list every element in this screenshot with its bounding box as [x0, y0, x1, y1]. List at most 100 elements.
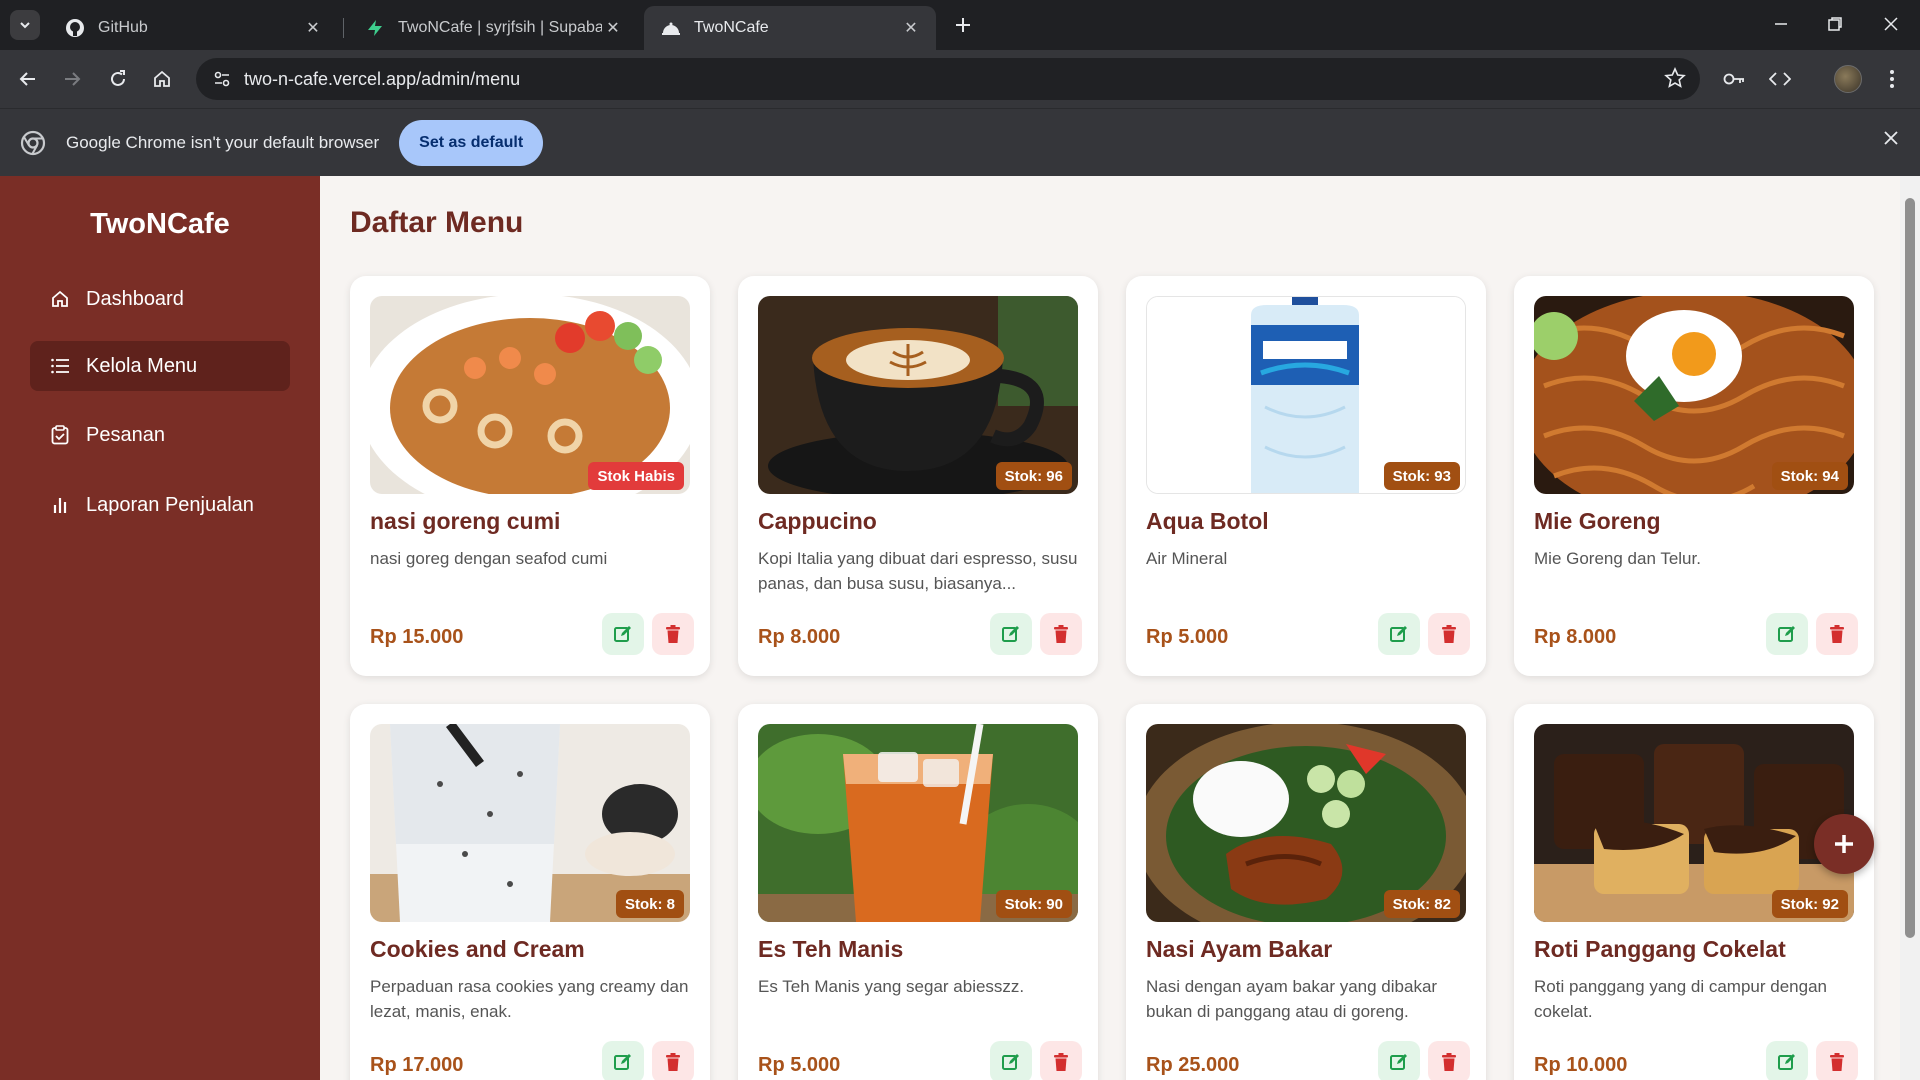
chevron-down-icon [20, 22, 30, 29]
edit-button[interactable] [602, 1041, 644, 1080]
scrollbar-thumb[interactable] [1905, 198, 1915, 938]
arrow-left-icon [19, 72, 35, 86]
browser-toolbar: two-n-cafe.vercel.app/admin/menu [0, 50, 1920, 108]
delete-button[interactable] [1816, 613, 1858, 655]
site-info-icon[interactable] [200, 58, 244, 100]
menu-price: Rp 17.000 [370, 1054, 464, 1076]
bookmark-star-icon[interactable] [1664, 67, 1686, 94]
sidebar-item-dashboard[interactable]: Dashboard [30, 274, 290, 324]
close-window-button[interactable] [1862, 0, 1920, 48]
trash-icon [1054, 1053, 1068, 1071]
edit-button[interactable] [602, 613, 644, 655]
delete-button[interactable] [1816, 1041, 1858, 1080]
reload-button[interactable] [100, 61, 136, 97]
minimize-button[interactable] [1752, 0, 1810, 48]
menu-name: Mie Goreng [1534, 508, 1661, 534]
delete-button[interactable] [1428, 1041, 1470, 1080]
trash-icon [1442, 625, 1456, 643]
tab-search-button[interactable] [10, 10, 40, 40]
menu-price: Rp 5.000 [758, 1054, 841, 1076]
menu-description: Perpaduan rasa cookies yang creamy dan l… [370, 977, 689, 1021]
menu-description: Kopi Italia yang dibuat dari espresso, s… [758, 549, 1078, 593]
forward-button[interactable] [54, 61, 90, 97]
edit-icon [1778, 1054, 1795, 1070]
address-bar[interactable]: two-n-cafe.vercel.app/admin/menu [196, 58, 1700, 100]
back-button[interactable] [10, 61, 46, 97]
menu-card: Stok: 92 Roti Panggang Cokelat Roti pang… [1514, 704, 1874, 1080]
profile-button[interactable] [1830, 61, 1866, 97]
cafe-icon [660, 17, 682, 39]
menu-name: Cappucino [758, 508, 877, 534]
plus-icon [956, 18, 970, 32]
edit-button[interactable] [1378, 613, 1420, 655]
tab-twoncafe[interactable]: TwoNCafe ✕ [644, 6, 936, 50]
sidebar-item-label: Dashboard [86, 287, 184, 310]
list-icon [48, 354, 72, 378]
set-default-button[interactable]: Set as default [399, 119, 544, 166]
page-scrollbar[interactable] [1900, 176, 1920, 1080]
edit-button[interactable] [1766, 1041, 1808, 1080]
sidebar-item-label: Kelola Menu [86, 354, 198, 377]
tab-separator [343, 18, 344, 38]
sidebar-item-label: Laporan Penjualan [86, 493, 254, 516]
menu-description: nasi goreg dengan seafod cumi [370, 549, 608, 568]
home-icon [154, 70, 170, 87]
sidebar-item-laporan-penjualan[interactable]: Laporan Penjualan [30, 480, 290, 530]
menu-card: Stok: 93 Aqua Botol Air Mineral Rp 5.000 [1126, 276, 1486, 676]
edit-icon [614, 626, 631, 642]
menu-name: Nasi Ayam Bakar [1146, 936, 1333, 962]
close-icon[interactable]: ✕ [602, 17, 624, 39]
chrome-menu-button[interactable] [1874, 61, 1910, 97]
infobar-message: Google Chrome isn't your default browser [66, 132, 380, 152]
close-icon[interactable]: ✕ [302, 17, 324, 39]
delete-button[interactable] [1428, 613, 1470, 655]
delete-button[interactable] [1040, 613, 1082, 655]
brand-logo[interactable]: TwoNCafe [0, 208, 320, 241]
edit-button[interactable] [1766, 613, 1808, 655]
tab-title: TwoNCafe [694, 19, 769, 36]
edit-icon [1778, 626, 1795, 642]
devtools-button[interactable] [1762, 61, 1798, 97]
menu-card: Stok: 94 Mie Goreng Mie Goreng dan Telur… [1514, 276, 1874, 676]
menu-description: Roti panggang yang di campur dengan coke… [1534, 977, 1827, 1021]
main-content: Daftar Menu Stok Habis nasi goreng cumi … [320, 176, 1900, 1080]
home-button[interactable] [144, 61, 180, 97]
add-menu-button[interactable] [1814, 814, 1874, 874]
menu-description: Mie Goreng dan Telur. [1534, 549, 1701, 568]
tab-title: GitHub [98, 19, 148, 36]
menu-name: Es Teh Manis [758, 936, 904, 962]
delete-button[interactable] [652, 613, 694, 655]
trash-icon [1054, 625, 1068, 643]
sidebar: TwoNCafe Dashboard Kelola Menu Pesanan L… [0, 176, 320, 1080]
url-text: two-n-cafe.vercel.app/admin/menu [244, 68, 521, 89]
stock-badge: Stok: 96 [995, 462, 1072, 490]
close-icon[interactable] [1884, 131, 1898, 150]
edit-button[interactable] [1378, 1041, 1420, 1080]
edit-button[interactable] [990, 613, 1032, 655]
tab-title: TwoNCafe | syrjfsih | Supabase [398, 19, 602, 36]
tab-strip: GitHub ✕ TwoNCafe | syrjfsih | Supabase … [0, 0, 1920, 50]
stock-badge: Stok: 90 [995, 890, 1072, 918]
restore-button[interactable] [1806, 0, 1864, 48]
stock-badge: Stok: 92 [1771, 890, 1848, 918]
edit-button[interactable] [990, 1041, 1032, 1080]
menu-price: Rp 8.000 [758, 626, 841, 648]
code-icon [1769, 72, 1791, 86]
tab-supabase[interactable]: TwoNCafe | syrjfsih | Supabase ✕ [348, 6, 638, 50]
menu-price: Rp 15.000 [370, 626, 464, 648]
menu-name: nasi goreng cumi [370, 508, 561, 534]
edit-icon [614, 1054, 631, 1070]
close-icon[interactable]: ✕ [900, 17, 922, 39]
tab-github[interactable]: GitHub ✕ [48, 6, 338, 50]
delete-button[interactable] [1040, 1041, 1082, 1080]
menu-name: Cookies and Cream [370, 936, 585, 962]
delete-button[interactable] [652, 1041, 694, 1080]
new-tab-button[interactable] [948, 10, 978, 40]
menu-price: Rp 10.000 [1534, 1054, 1628, 1076]
menu-card: Stok: 96 Cappucino Kopi Italia yang dibu… [738, 276, 1098, 676]
minimize-icon [1775, 23, 1787, 25]
sidebar-item-kelola-menu[interactable]: Kelola Menu [30, 341, 290, 391]
sidebar-item-pesanan[interactable]: Pesanan [30, 410, 290, 460]
password-manager-button[interactable] [1716, 61, 1752, 97]
trash-icon [1442, 1053, 1456, 1071]
